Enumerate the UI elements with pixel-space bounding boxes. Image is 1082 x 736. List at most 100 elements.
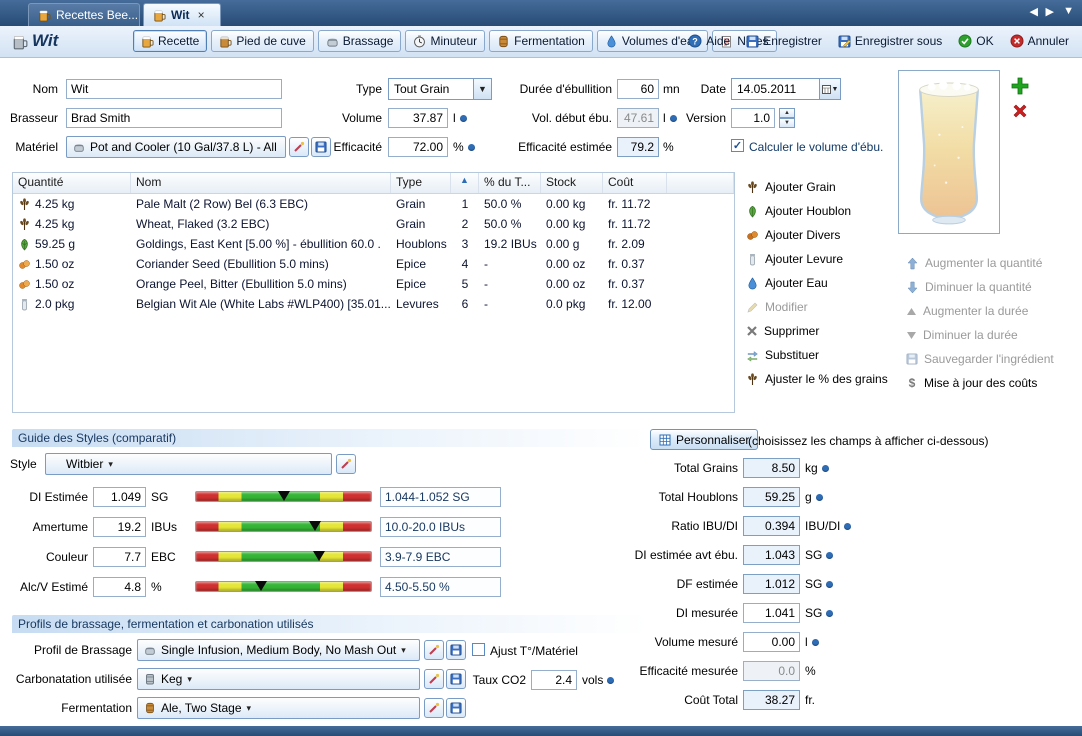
annuler-button[interactable]: Annuler <box>1003 30 1076 52</box>
tab-nav-forward-icon[interactable]: ▶ <box>1046 5 1054 18</box>
info-dot-icon[interactable] <box>826 552 833 559</box>
table-row[interactable]: 2.0 pkg Belgian Wit Ale (White Labs #WLP… <box>13 294 734 314</box>
mise-a-jour-couts-button[interactable]: $ Mise à jour des coûts <box>906 373 1037 393</box>
fermentation-save-button[interactable] <box>446 698 466 718</box>
table-row[interactable]: 4.25 kg Pale Malt (2 Row) Bel (6.3 EBC) … <box>13 194 734 214</box>
table-row[interactable]: 1.50 oz Orange Peel, Bitter (Ebullition … <box>13 274 734 294</box>
brasseur-input[interactable] <box>66 108 282 128</box>
efficacite-input[interactable] <box>388 137 448 157</box>
di-estimee-input[interactable] <box>93 487 146 507</box>
minuteur-button[interactable]: Minuteur <box>405 30 485 52</box>
recette-button[interactable]: Recette <box>133 30 207 52</box>
brassage-save-button[interactable] <box>446 640 466 660</box>
save-icon <box>746 35 759 48</box>
info-dot-icon[interactable] <box>670 115 677 122</box>
enregistrer-button[interactable]: Enregistrer <box>739 30 829 52</box>
keg-icon <box>144 673 156 685</box>
spin-up-icon[interactable]: ▲ <box>779 108 795 118</box>
close-tab-icon[interactable]: × <box>198 8 205 22</box>
version-input[interactable] <box>731 108 775 128</box>
enregistrer-sous-button[interactable]: Enregistrer sous <box>831 30 949 52</box>
tab-list-dropdown-icon[interactable]: ▼ <box>1063 5 1074 17</box>
sort-asc-icon[interactable]: ▲ <box>451 173 479 193</box>
alcv-input[interactable] <box>93 577 146 597</box>
tab-recettes[interactable]: Recettes Bee... <box>28 3 140 26</box>
augmenter-duree-button[interactable]: Augmenter la durée <box>906 301 1028 321</box>
add-recipe-button[interactable] <box>1010 76 1030 96</box>
nom-input[interactable] <box>66 79 282 99</box>
fermentation-combo[interactable]: Ale, Two Stage ▾ <box>137 697 420 719</box>
unit-text: SG <box>805 606 822 620</box>
col-type[interactable]: Type <box>391 173 451 193</box>
diminuer-quantite-button[interactable]: Diminuer la quantité <box>906 277 1032 297</box>
type-select[interactable]: Tout Grain ▼ <box>388 78 492 100</box>
ajouter-grain-button[interactable]: Ajouter Grain <box>746 177 836 197</box>
materiel-edit-button[interactable] <box>289 137 309 157</box>
di-mesuree-input[interactable] <box>743 603 800 623</box>
col-quantite[interactable]: Quantité <box>13 173 131 193</box>
style-edit-button[interactable] <box>336 454 356 474</box>
calc-ebu-checkbox[interactable]: ✓ <box>731 139 744 152</box>
tab-nav-back-icon[interactable]: ◀ <box>1030 5 1038 18</box>
version-spinner[interactable]: ▲ ▼ <box>779 108 795 128</box>
style-combo[interactable]: Witbier ▾ <box>45 453 332 475</box>
modifier-button[interactable]: Modifier <box>746 297 808 317</box>
carbonation-combo[interactable]: Keg ▾ <box>137 668 420 690</box>
tab-wit[interactable]: Wit × <box>143 3 221 26</box>
info-dot-icon[interactable] <box>812 639 819 646</box>
ajouter-divers-button[interactable]: Ajouter Divers <box>746 225 840 245</box>
delete-recipe-button[interactable] <box>1011 102 1029 120</box>
info-dot-icon[interactable] <box>844 523 851 530</box>
info-dot-icon[interactable] <box>826 610 833 617</box>
supprimer-button[interactable]: Supprimer <box>746 321 819 341</box>
personnaliser-button[interactable]: Personnaliser <box>650 429 758 450</box>
col-cout[interactable]: Coût <box>603 173 667 193</box>
fermentation-button[interactable]: Fermentation <box>489 30 593 52</box>
info-dot-icon[interactable] <box>826 581 833 588</box>
col-pct[interactable]: % du T... <box>479 173 541 193</box>
spin-down-icon[interactable]: ▼ <box>779 118 795 128</box>
materiel-combo[interactable]: Pot and Cooler (10 Gal/37.8 L) - All G <box>66 136 286 158</box>
brassage-button[interactable]: Brassage <box>318 30 402 52</box>
carbonation-edit-button[interactable] <box>424 669 444 689</box>
table-row[interactable]: 4.25 kg Wheat, Flaked (3.2 EBC) Grain 2 … <box>13 214 734 234</box>
unit-text: g <box>805 490 812 504</box>
diminuer-duree-button[interactable]: Diminuer la durée <box>906 325 1018 345</box>
info-dot-icon[interactable] <box>460 115 467 122</box>
ajouter-levure-button[interactable]: Ajouter Levure <box>746 249 843 269</box>
ajuster-pct-grains-button[interactable]: Ajuster le % des grains <box>746 369 888 389</box>
ok-button[interactable]: OK <box>951 30 1000 52</box>
unit-text: l <box>805 635 808 649</box>
pied-de-cuve-button[interactable]: Pied de cuve <box>211 30 313 52</box>
carbonation-save-button[interactable] <box>446 669 466 689</box>
ajouter-eau-button[interactable]: Ajouter Eau <box>746 273 828 293</box>
taux-co2-input[interactable] <box>531 670 577 690</box>
duree-input[interactable] <box>617 79 659 99</box>
col-nom[interactable]: Nom <box>131 173 391 193</box>
fermentation-edit-button[interactable] <box>424 698 444 718</box>
chevron-down-icon: ▾ <box>108 459 113 470</box>
table-row[interactable]: 1.50 oz Coriander Seed (Ebullition 5.0 m… <box>13 254 734 274</box>
profil-brassage-combo[interactable]: Single Infusion, Medium Body, No Mash Ou… <box>137 639 420 661</box>
info-dot-icon[interactable] <box>468 144 475 151</box>
table-row[interactable]: 59.25 g Goldings, East Kent [5.00 %] - é… <box>13 234 734 254</box>
cell-num: 2 <box>462 217 469 231</box>
sauvegarder-ingredient-button[interactable]: Sauvegarder l'ingrédient <box>906 349 1054 369</box>
ajouter-houblon-button[interactable]: Ajouter Houblon <box>746 201 851 221</box>
cell-qty: 2.0 pkg <box>35 297 74 311</box>
efficacite-mesuree-label: Efficacité mesurée <box>610 661 738 682</box>
substituer-button[interactable]: Substituer <box>746 345 819 365</box>
brassage-edit-button[interactable] <box>424 640 444 660</box>
col-stock[interactable]: Stock <box>541 173 603 193</box>
couleur-input[interactable] <box>93 547 146 567</box>
aide-button[interactable]: ? Aide <box>681 30 737 52</box>
amertume-input[interactable] <box>93 517 146 537</box>
action-label: Ajouter Grain <box>765 180 836 194</box>
volume-mesure-input[interactable] <box>743 632 800 652</box>
info-dot-icon[interactable] <box>822 465 829 472</box>
volume-input[interactable] <box>388 108 448 128</box>
ajust-checkbox[interactable] <box>472 643 485 656</box>
date-picker[interactable]: 14.05.2011 ▼ <box>731 78 841 100</box>
augmenter-quantite-button[interactable]: Augmenter la quantité <box>906 253 1042 273</box>
info-dot-icon[interactable] <box>816 494 823 501</box>
